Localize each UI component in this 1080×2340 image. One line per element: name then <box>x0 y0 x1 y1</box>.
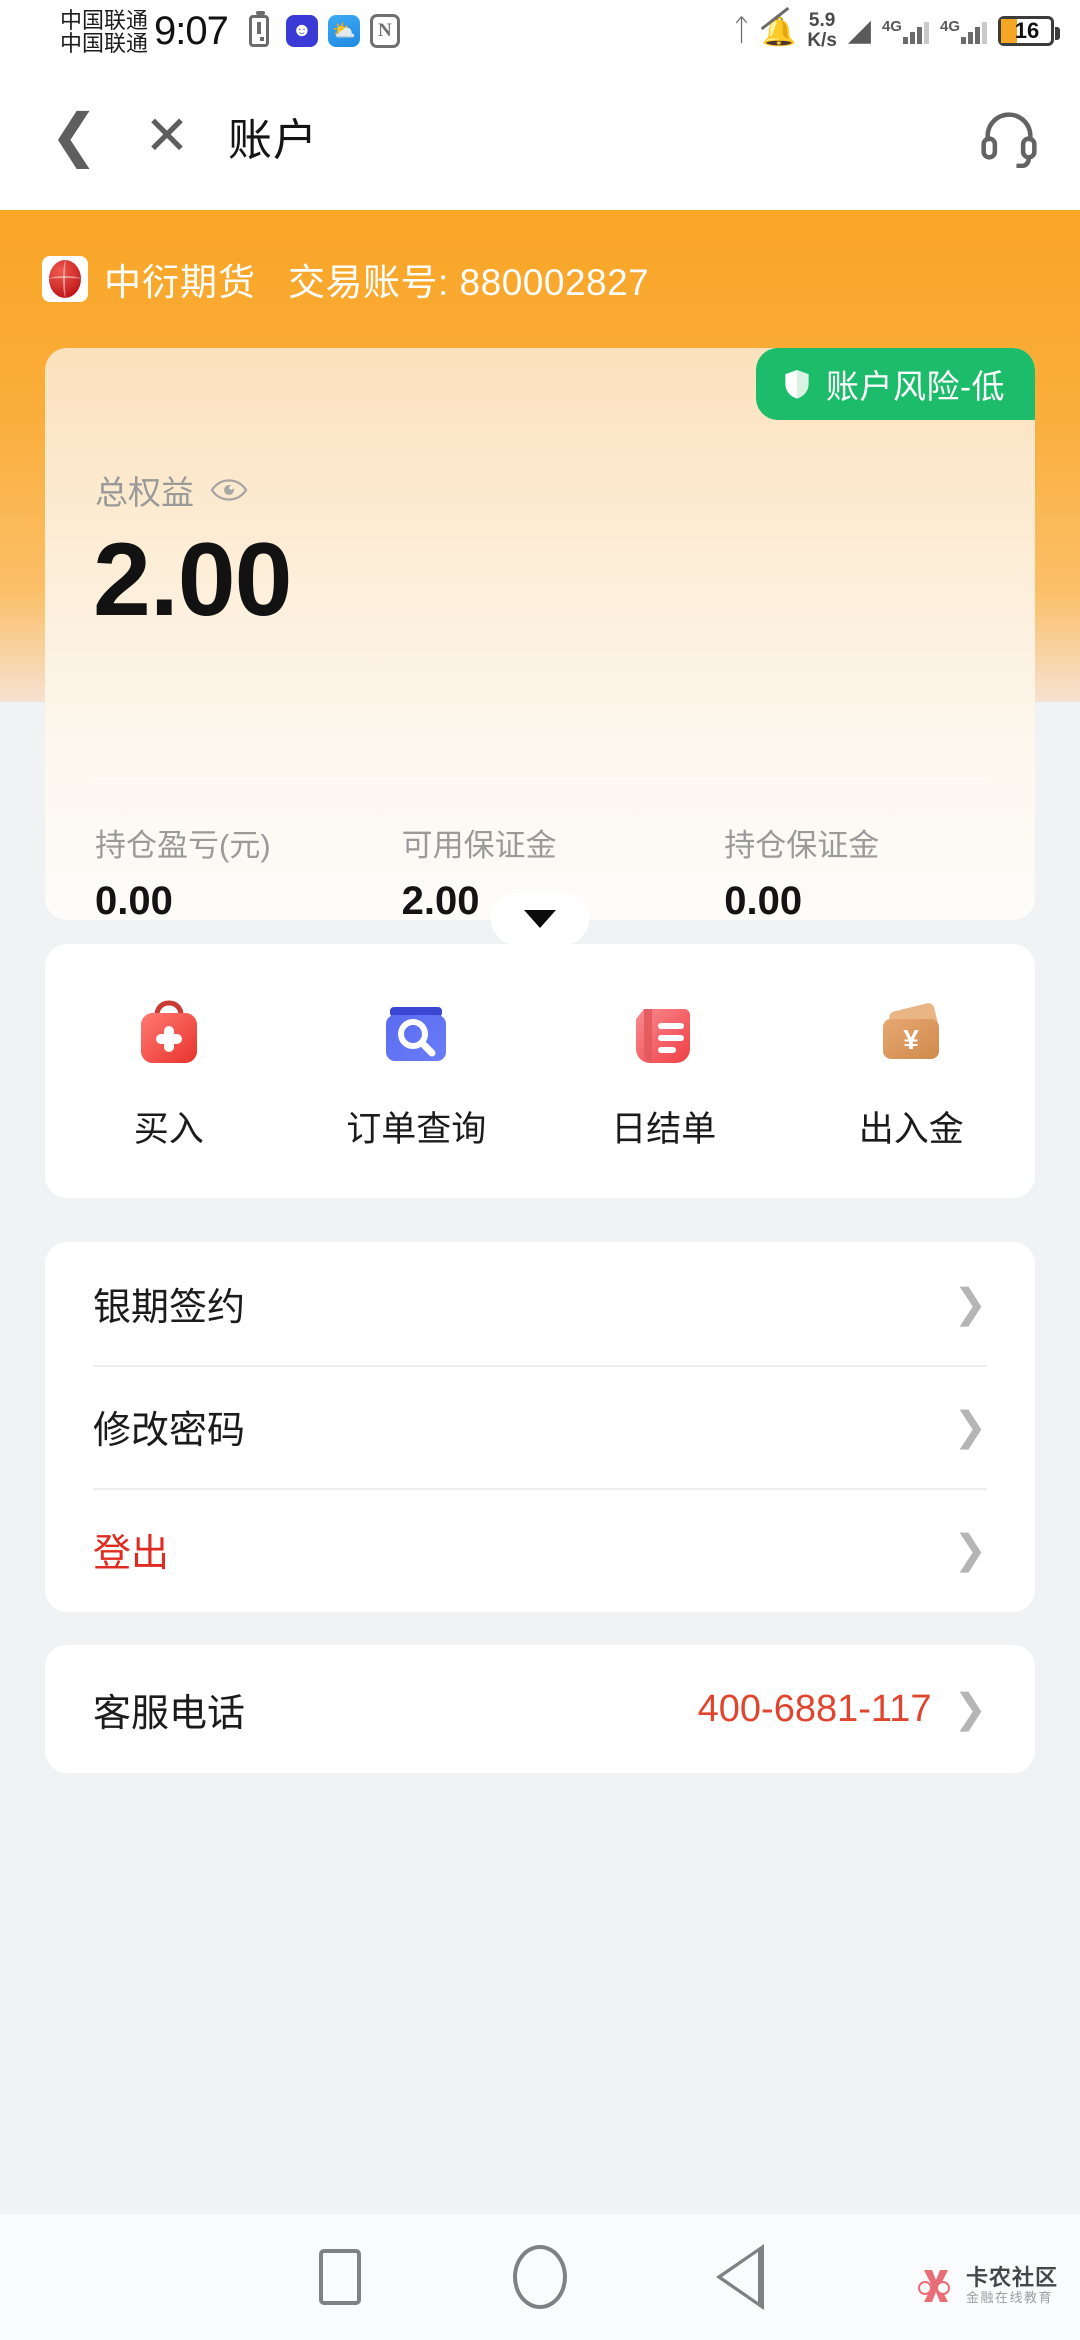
chevron-right-icon: ❯ <box>953 1687 987 1731</box>
menu-item-change-password[interactable]: 修改密码 ❯ <box>93 1365 987 1488</box>
action-label: 出入金 <box>858 1109 964 1149</box>
brand-globe-icon <box>42 256 88 302</box>
watermark-text: 卡农社区 金融在线教育 <box>966 2266 1058 2306</box>
wifi-icon: ◢ <box>847 14 871 47</box>
mute-bell-icon: 🔔 <box>761 6 796 48</box>
menu-item-label: 登出 <box>93 1533 170 1575</box>
stat-label: 持仓盈亏(元) <box>95 828 271 863</box>
quick-actions-card: 买入 订单查询 日结单 ¥ 出入金 <box>45 944 1035 1198</box>
svg-text:¥: ¥ <box>903 1024 919 1055</box>
buy-bag-icon <box>123 991 215 1079</box>
brand-row: 中衍期货 交易账号: 880002827 <box>42 252 649 306</box>
nfc-icon: N <box>369 14 400 48</box>
chevron-right-icon: ❯ <box>953 1404 987 1449</box>
carrier-sim1: 中国联通 <box>60 8 149 33</box>
headset-icon[interactable] <box>976 103 1042 169</box>
wallet-yuan-icon: ¥ <box>865 991 957 1079</box>
watermark-title: 卡农社区 <box>965 2265 1058 2290</box>
network-type-label-2: 4G <box>939 18 960 35</box>
carrier-sim2: 中国联通 <box>60 31 149 56</box>
menu-item-logout[interactable]: 登出 ❯ <box>93 1488 987 1611</box>
account-number-label: 交易账号: 880002827 <box>288 262 650 303</box>
watermark: 卡农社区 金融在线教育 <box>910 2262 1058 2310</box>
menu-item-bank-signing[interactable]: 银期签约 ❯ <box>93 1242 987 1365</box>
bluetooth-icon: ᛏ <box>732 14 751 47</box>
stat-position-pnl: 持仓盈亏(元) 0.00 <box>95 820 392 920</box>
status-bar-notification-icons: ☻ ⛅ N <box>242 11 400 48</box>
signal-icon <box>902 18 929 44</box>
chevron-down-icon <box>524 910 556 928</box>
battery-alert-icon <box>242 11 276 48</box>
equity-label-row: 总权益 <box>95 466 248 514</box>
equity-label: 总权益 <box>95 474 194 511</box>
customer-service-row[interactable]: 客服电话 400-6881-117 ❯ <box>45 1645 1035 1773</box>
status-bar-clock: 9:07 <box>154 8 229 53</box>
network-type-label-1: 4G <box>881 18 902 35</box>
system-nav-bar: 卡农社区 金融在线教育 <box>0 2214 1080 2340</box>
signal-icon-2 <box>961 18 987 44</box>
equity-card: 账户风险-低 总权益 2.00 持仓盈亏(元) 0.00 可用保证金 2.00 … <box>45 348 1035 920</box>
eye-icon[interactable] <box>210 478 248 502</box>
status-bar-right: ᛏ 🔔 5.9 K/s ◢ 4G 4G 16 <box>732 6 1080 51</box>
page-title: 账户 <box>228 116 318 165</box>
battery-percent-label: 16 <box>1014 18 1040 43</box>
divider <box>95 778 985 780</box>
action-daily-statement[interactable]: 日结单 <box>540 991 788 1152</box>
network-speed-value: 5.9 <box>808 10 836 31</box>
stat-position-margin: 持仓保证金 0.00 <box>688 820 985 920</box>
weather-icon: ⛅ <box>327 15 360 47</box>
signal-group-1: 4G <box>882 18 929 44</box>
settings-menu-card: 银期签约 ❯ 修改密码 ❯ 登出 ❯ <box>45 1242 1035 1612</box>
action-funds-transfer[interactable]: ¥ 出入金 <box>788 991 1036 1152</box>
chevron-right-icon: ❯ <box>953 1281 987 1326</box>
customer-service-label: 客服电话 <box>93 1692 246 1735</box>
close-icon[interactable]: ✕ <box>128 109 206 163</box>
stat-value: 0.00 <box>724 879 803 920</box>
signal-group-2: 4G <box>940 18 987 44</box>
daily-statement-icon <box>618 991 710 1079</box>
status-bar: 中国联通 中国联通 9:07 ☻ ⛅ N ᛏ 🔔 5.9 K/s ◢ 4G 4G <box>0 0 1080 62</box>
order-search-icon <box>370 991 462 1079</box>
action-label: 日结单 <box>611 1109 717 1149</box>
chevron-left-icon[interactable]: ❮ <box>38 107 110 165</box>
brand-name: 中衍期货 <box>104 262 256 303</box>
stat-label: 持仓保证金 <box>724 828 880 863</box>
shield-icon <box>782 367 812 401</box>
status-badge-label: 账户风险-低 <box>826 368 1005 405</box>
action-label: 订单查询 <box>346 1109 487 1149</box>
stat-label: 可用保证金 <box>401 828 557 863</box>
menu-item-label: 修改密码 <box>93 1410 246 1452</box>
customer-service-phone[interactable]: 400-6881-117 <box>698 1688 932 1731</box>
chevron-right-icon: ❯ <box>953 1527 987 1572</box>
battery-icon: 16 <box>998 16 1060 46</box>
action-label: 买入 <box>133 1109 204 1149</box>
carrier-labels: 中国联通 中国联通 <box>60 7 148 55</box>
circle-home-icon[interactable] <box>440 2245 640 2309</box>
kanong-logo-icon <box>910 2262 958 2310</box>
stat-value: 0.00 <box>95 879 173 920</box>
app-header: ❮ ✕ 账户 <box>0 62 1080 210</box>
watermark-subtitle: 金融在线教育 <box>965 2290 1053 2305</box>
network-speed-label: 5.9 K/s <box>807 11 837 51</box>
status-bar-left: 中国联通 中国联通 9:07 ☻ ⛅ N <box>0 7 400 55</box>
action-order-query[interactable]: 订单查询 <box>293 991 541 1152</box>
network-speed-unit: K/s <box>807 30 837 51</box>
menu-item-label: 银期签约 <box>93 1287 246 1329</box>
action-buy[interactable]: 买入 <box>45 991 293 1152</box>
triangle-back-icon[interactable] <box>640 2244 840 2310</box>
qq-icon: ☻ <box>285 15 318 47</box>
square-recents-icon[interactable] <box>240 2249 440 2305</box>
equity-value: 2.00 <box>93 522 292 638</box>
expand-details-button[interactable] <box>491 893 589 945</box>
status-badge[interactable]: 账户风险-低 <box>756 348 1035 420</box>
